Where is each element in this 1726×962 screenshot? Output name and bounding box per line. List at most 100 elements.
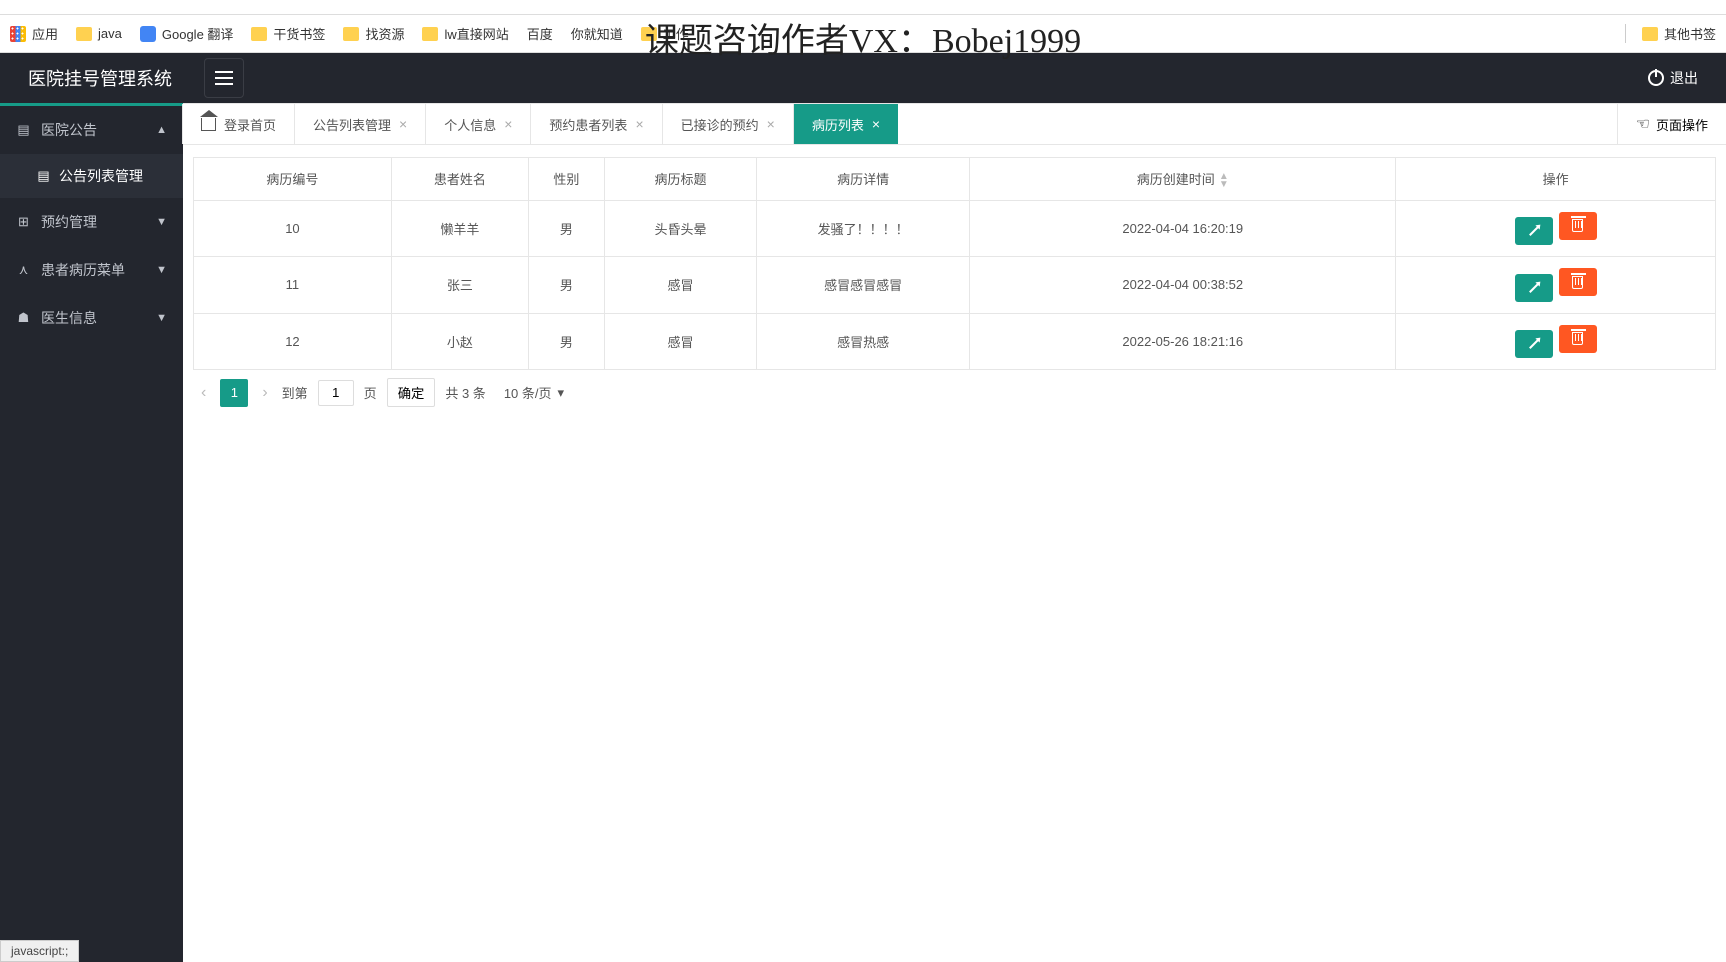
goto-label: 到第 bbox=[282, 383, 308, 402]
sidebar-item-label: 患者病历菜单 bbox=[41, 260, 125, 280]
col-sex[interactable]: 性别 bbox=[528, 158, 604, 201]
trash-icon bbox=[1572, 276, 1583, 289]
edit-button[interactable] bbox=[1515, 274, 1553, 302]
tab-patient-appts[interactable]: 预约患者列表 × bbox=[531, 104, 662, 144]
tab-announce-list[interactable]: 公告列表管理 × bbox=[295, 104, 426, 144]
close-icon[interactable]: × bbox=[767, 116, 775, 132]
cell-detail: 感冒热感 bbox=[757, 313, 970, 370]
page-size-select[interactable]: 10 条/页 ▾ bbox=[496, 379, 572, 406]
sort-icon[interactable]: ▲▼ bbox=[1219, 173, 1229, 189]
chevron-down-icon: ▼ bbox=[156, 312, 167, 324]
page-next-button[interactable]: › bbox=[258, 384, 271, 402]
delete-button[interactable] bbox=[1559, 325, 1597, 353]
close-icon[interactable]: × bbox=[399, 116, 407, 132]
app-header: 医院挂号管理系统 退出 bbox=[0, 53, 1726, 103]
sidebar-subitem-announce-list[interactable]: ▤ 公告列表管理 bbox=[0, 154, 183, 198]
page-prev-button[interactable]: ‹ bbox=[197, 384, 210, 402]
cell-title: 感冒 bbox=[604, 313, 756, 370]
pencil-icon bbox=[1529, 283, 1539, 293]
folder-icon bbox=[76, 27, 92, 41]
table-row: 10懒羊羊男头昏头晕发骚了！！！！2022-04-04 16:20:19 bbox=[194, 200, 1716, 257]
bookmark-lw[interactable]: lw直接网站 bbox=[422, 24, 508, 43]
sidebar-toggle-button[interactable] bbox=[204, 58, 244, 98]
bookmark-google-translate[interactable]: Google 翻译 bbox=[140, 24, 234, 43]
tab-home[interactable]: 登录首页 bbox=[182, 104, 295, 144]
sidebar-item-records[interactable]: ⋏ 患者病历菜单 ▼ bbox=[0, 246, 183, 294]
records-table: 病历编号 患者姓名 性别 病历标题 病历详情 病历创建时间▲▼ 操作 10懒羊羊… bbox=[193, 157, 1716, 370]
chevron-up-icon: ▲ bbox=[156, 124, 167, 136]
bookmark-nijiu[interactable]: 你就知道 bbox=[571, 24, 623, 43]
cell-name: 小赵 bbox=[391, 313, 528, 370]
table-row: 12小赵男感冒感冒热感2022-05-26 18:21:16 bbox=[194, 313, 1716, 370]
apps-grid-icon bbox=[10, 26, 26, 42]
cell-id: 10 bbox=[194, 200, 392, 257]
browser-status-bar: javascript:; bbox=[0, 940, 79, 962]
hamburger-icon bbox=[215, 77, 233, 79]
cell-detail: 发骚了！！！！ bbox=[757, 200, 970, 257]
cell-title: 感冒 bbox=[604, 257, 756, 314]
bookmark-apps[interactable]: 应用 bbox=[10, 24, 58, 43]
bookmark-label: Google 翻译 bbox=[162, 24, 234, 43]
bookmark-baidu[interactable]: 百度 bbox=[527, 24, 553, 43]
edit-button[interactable] bbox=[1515, 330, 1553, 358]
folder-icon bbox=[1642, 27, 1658, 41]
page-operations-button[interactable]: ☜ 页面操作 bbox=[1617, 104, 1726, 144]
bookmark-resources[interactable]: 找资源 bbox=[343, 24, 404, 43]
close-icon[interactable]: × bbox=[504, 116, 512, 132]
folder-icon bbox=[343, 27, 359, 41]
cell-actions bbox=[1396, 257, 1716, 314]
table-header-row: 病历编号 患者姓名 性别 病历标题 病历详情 病历创建时间▲▼ 操作 bbox=[194, 158, 1716, 201]
bookmark-java[interactable]: java bbox=[76, 26, 122, 41]
sidebar-item-announcements[interactable]: ▤ 医院公告 ▲ bbox=[0, 106, 183, 154]
page-goto-input[interactable] bbox=[318, 380, 354, 406]
cell-sex: 男 bbox=[528, 257, 604, 314]
table-container: 病历编号 患者姓名 性别 病历标题 病历详情 病历创建时间▲▼ 操作 10懒羊羊… bbox=[183, 145, 1726, 427]
translate-icon bbox=[140, 26, 156, 42]
tab-profile[interactable]: 个人信息 × bbox=[426, 104, 531, 144]
col-name[interactable]: 患者姓名 bbox=[391, 158, 528, 201]
sidebar-item-doctor[interactable]: ☗ 医生信息 ▼ bbox=[0, 294, 183, 342]
page-goto-confirm-button[interactable]: 确定 bbox=[387, 378, 436, 407]
col-id[interactable]: 病历编号 bbox=[194, 158, 392, 201]
col-time[interactable]: 病历创建时间▲▼ bbox=[970, 158, 1396, 201]
cell-actions bbox=[1396, 200, 1716, 257]
logout-button[interactable]: 退出 bbox=[1620, 68, 1726, 88]
person-icon: ⋏ bbox=[16, 263, 31, 278]
delete-button[interactable] bbox=[1559, 268, 1597, 296]
grid-icon: ⊞ bbox=[16, 215, 31, 230]
page-number-current[interactable]: 1 bbox=[220, 379, 248, 407]
bookmark-other[interactable]: 其他书签 bbox=[1642, 24, 1716, 43]
sidebar-item-label: 医院公告 bbox=[41, 120, 97, 140]
tab-received-appts[interactable]: 已接诊的预约 × bbox=[663, 104, 794, 144]
tab-label: 登录首页 bbox=[224, 115, 276, 134]
trash-icon bbox=[1572, 332, 1583, 345]
cell-id: 11 bbox=[194, 257, 392, 314]
cell-time: 2022-05-26 18:21:16 bbox=[970, 313, 1396, 370]
cell-name: 张三 bbox=[391, 257, 528, 314]
bookmark-label: java bbox=[98, 26, 122, 41]
folder-icon bbox=[422, 27, 438, 41]
col-title[interactable]: 病历标题 bbox=[604, 158, 756, 201]
col-detail[interactable]: 病历详情 bbox=[757, 158, 970, 201]
document-icon: ▤ bbox=[16, 123, 31, 138]
close-icon[interactable]: × bbox=[872, 116, 880, 132]
edit-button[interactable] bbox=[1515, 217, 1553, 245]
browser-chrome-top bbox=[0, 0, 1726, 15]
bookmark-ganho[interactable]: 干货书签 bbox=[251, 24, 325, 43]
bookmark-work[interactable]: 工作 bbox=[641, 24, 689, 43]
close-icon[interactable]: × bbox=[635, 116, 643, 132]
delete-button[interactable] bbox=[1559, 212, 1597, 240]
sidebar-item-appointments[interactable]: ⊞ 预约管理 ▼ bbox=[0, 198, 183, 246]
chevron-down-icon: ▾ bbox=[558, 385, 565, 401]
page-ops-label: 页面操作 bbox=[1656, 115, 1708, 134]
sidebar-item-label: 公告列表管理 bbox=[59, 166, 143, 186]
cell-name: 懒羊羊 bbox=[391, 200, 528, 257]
page-size-label: 10 条/页 bbox=[504, 383, 552, 402]
sidebar-item-label: 预约管理 bbox=[41, 212, 97, 232]
bookmark-label: 其他书签 bbox=[1664, 24, 1716, 43]
cell-title: 头昏头晕 bbox=[604, 200, 756, 257]
tab-record-list[interactable]: 病历列表 × bbox=[794, 104, 898, 144]
document-icon: ▤ bbox=[36, 169, 51, 184]
home-icon bbox=[201, 118, 216, 131]
bookmark-label: 百度 bbox=[527, 24, 553, 43]
